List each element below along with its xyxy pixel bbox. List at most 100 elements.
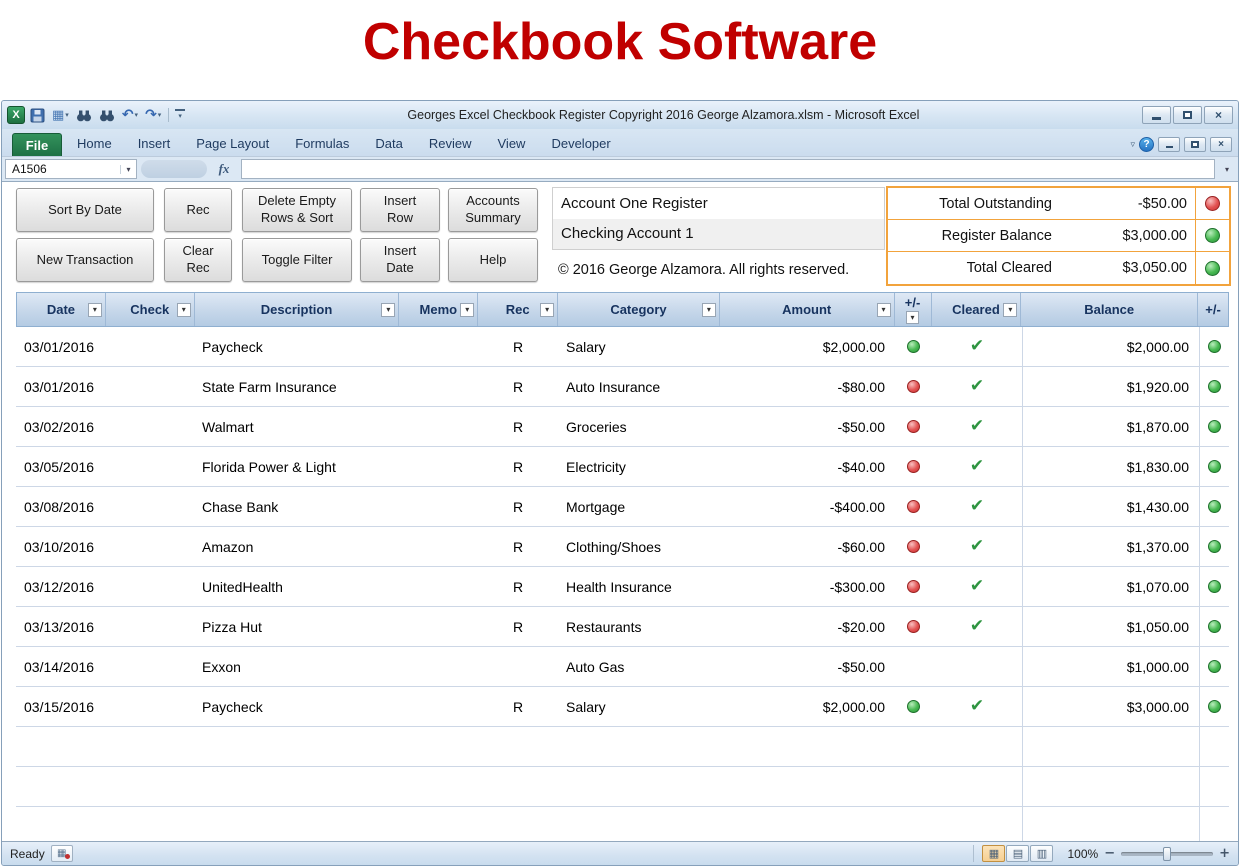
cell-description[interactable]: Exxon: [194, 647, 399, 686]
cell-check[interactable]: [105, 407, 194, 446]
cell-rec[interactable]: [478, 647, 558, 686]
cell-amount_sign[interactable]: [895, 807, 932, 841]
cell-rec[interactable]: R: [478, 687, 558, 726]
cell-amount_sign[interactable]: [895, 327, 932, 366]
cell-balance[interactable]: [1022, 807, 1199, 841]
cell-amount_sign[interactable]: [895, 687, 932, 726]
cell-balance_sign[interactable]: [1199, 367, 1229, 406]
cell-cleared[interactable]: [932, 647, 1022, 686]
macro-record-button[interactable]: ▦: [51, 845, 73, 862]
tab-formulas[interactable]: Formulas: [282, 131, 362, 156]
cell-balance[interactable]: $1,870.00: [1022, 407, 1199, 446]
cell-amount[interactable]: -$20.00: [720, 607, 895, 646]
undo-button[interactable]: ↶▾: [120, 107, 140, 123]
tab-developer[interactable]: Developer: [538, 131, 623, 156]
find-button[interactable]: [74, 108, 94, 123]
cell-balance[interactable]: $1,050.00: [1022, 607, 1199, 646]
cell-memo[interactable]: [399, 727, 478, 766]
cell-check[interactable]: [105, 567, 194, 606]
cell-balance_sign[interactable]: [1199, 447, 1229, 486]
find-select-button[interactable]: [97, 108, 117, 123]
cell-amount[interactable]: $2,000.00: [720, 327, 895, 366]
cell-date[interactable]: 03/01/2016: [16, 367, 105, 406]
name-box[interactable]: A1506 ▾: [5, 159, 137, 179]
cell-amount_sign[interactable]: [895, 727, 932, 766]
cell-date[interactable]: 03/08/2016: [16, 487, 105, 526]
cell-description[interactable]: [194, 727, 399, 766]
cell-amount_sign[interactable]: [895, 567, 932, 606]
cell-check[interactable]: [105, 767, 194, 806]
insert-function-button[interactable]: fx: [211, 159, 237, 179]
button-toggle-filter[interactable]: Toggle Filter: [242, 238, 352, 282]
button-help[interactable]: Help: [448, 238, 538, 282]
cell-amount[interactable]: [720, 727, 895, 766]
name-box-dropdown-icon[interactable]: ▾: [120, 165, 136, 174]
workbook-minimize-button[interactable]: [1158, 137, 1180, 152]
cell-description[interactable]: Paycheck: [194, 327, 399, 366]
cell-category[interactable]: [558, 727, 720, 766]
cell-category[interactable]: Auto Insurance: [558, 367, 720, 406]
button-new-transaction[interactable]: New Transaction: [16, 238, 154, 282]
save-button[interactable]: [28, 107, 47, 124]
zoom-out-button[interactable]: −: [1104, 846, 1115, 861]
cell-rec[interactable]: R: [478, 327, 558, 366]
cell-date[interactable]: 03/05/2016: [16, 447, 105, 486]
cell-cleared[interactable]: ✔: [932, 487, 1022, 526]
normal-view-button[interactable]: ▦: [982, 845, 1005, 862]
cell-description[interactable]: UnitedHealth: [194, 567, 399, 606]
close-button[interactable]: ×: [1204, 106, 1233, 124]
tab-view[interactable]: View: [485, 131, 539, 156]
cell-rec[interactable]: R: [478, 407, 558, 446]
redo-button[interactable]: ↷▾: [143, 107, 163, 123]
cell-check[interactable]: [105, 487, 194, 526]
cell-amount[interactable]: [720, 807, 895, 841]
cell-memo[interactable]: [399, 527, 478, 566]
cell-rec[interactable]: R: [478, 447, 558, 486]
button-rec[interactable]: Rec: [164, 188, 232, 232]
cell-rec[interactable]: [478, 807, 558, 841]
cell-rec[interactable]: [478, 727, 558, 766]
cell-memo[interactable]: [399, 687, 478, 726]
cell-amount[interactable]: -$300.00: [720, 567, 895, 606]
formula-bar-expand-icon[interactable]: ▾: [1219, 159, 1235, 179]
cell-date[interactable]: 03/10/2016: [16, 527, 105, 566]
cell-balance[interactable]: $1,920.00: [1022, 367, 1199, 406]
cell-category[interactable]: Groceries: [558, 407, 720, 446]
cell-category[interactable]: Electricity: [558, 447, 720, 486]
page-layout-view-button[interactable]: ▤: [1006, 845, 1029, 862]
cell-amount[interactable]: $2,000.00: [720, 687, 895, 726]
cell-amount_sign[interactable]: [895, 527, 932, 566]
zoom-slider-thumb[interactable]: [1163, 847, 1171, 861]
cell-memo[interactable]: [399, 487, 478, 526]
filter-button-date[interactable]: ▾: [88, 303, 102, 317]
cell-cleared[interactable]: ✔: [932, 327, 1022, 366]
cell-amount[interactable]: -$60.00: [720, 527, 895, 566]
cell-balance_sign[interactable]: [1199, 487, 1229, 526]
cell-amount_sign[interactable]: [895, 647, 932, 686]
tab-page-layout[interactable]: Page Layout: [183, 131, 282, 156]
cell-check[interactable]: [105, 447, 194, 486]
cell-balance[interactable]: [1022, 727, 1199, 766]
minimize-ribbon-icon[interactable]: ▿: [1130, 140, 1135, 150]
cell-balance_sign[interactable]: [1199, 647, 1229, 686]
cell-category[interactable]: Restaurants: [558, 607, 720, 646]
cell-description[interactable]: Florida Power & Light: [194, 447, 399, 486]
cell-rec[interactable]: R: [478, 567, 558, 606]
cell-cleared[interactable]: [932, 807, 1022, 841]
tab-insert[interactable]: Insert: [125, 131, 184, 156]
filter-button-rec[interactable]: ▾: [540, 303, 554, 317]
cell-memo[interactable]: [399, 607, 478, 646]
cell-balance_sign[interactable]: [1199, 807, 1229, 841]
cell-memo[interactable]: [399, 327, 478, 366]
cell-check[interactable]: [105, 607, 194, 646]
cell-cleared[interactable]: ✔: [932, 687, 1022, 726]
cell-amount_sign[interactable]: [895, 447, 932, 486]
cell-category[interactable]: [558, 807, 720, 841]
cell-check[interactable]: [105, 327, 194, 366]
cell-rec[interactable]: [478, 767, 558, 806]
minimize-button[interactable]: [1142, 106, 1171, 124]
cell-balance_sign[interactable]: [1199, 527, 1229, 566]
cell-category[interactable]: Clothing/Shoes: [558, 527, 720, 566]
cell-check[interactable]: [105, 367, 194, 406]
cell-cleared[interactable]: ✔: [932, 527, 1022, 566]
